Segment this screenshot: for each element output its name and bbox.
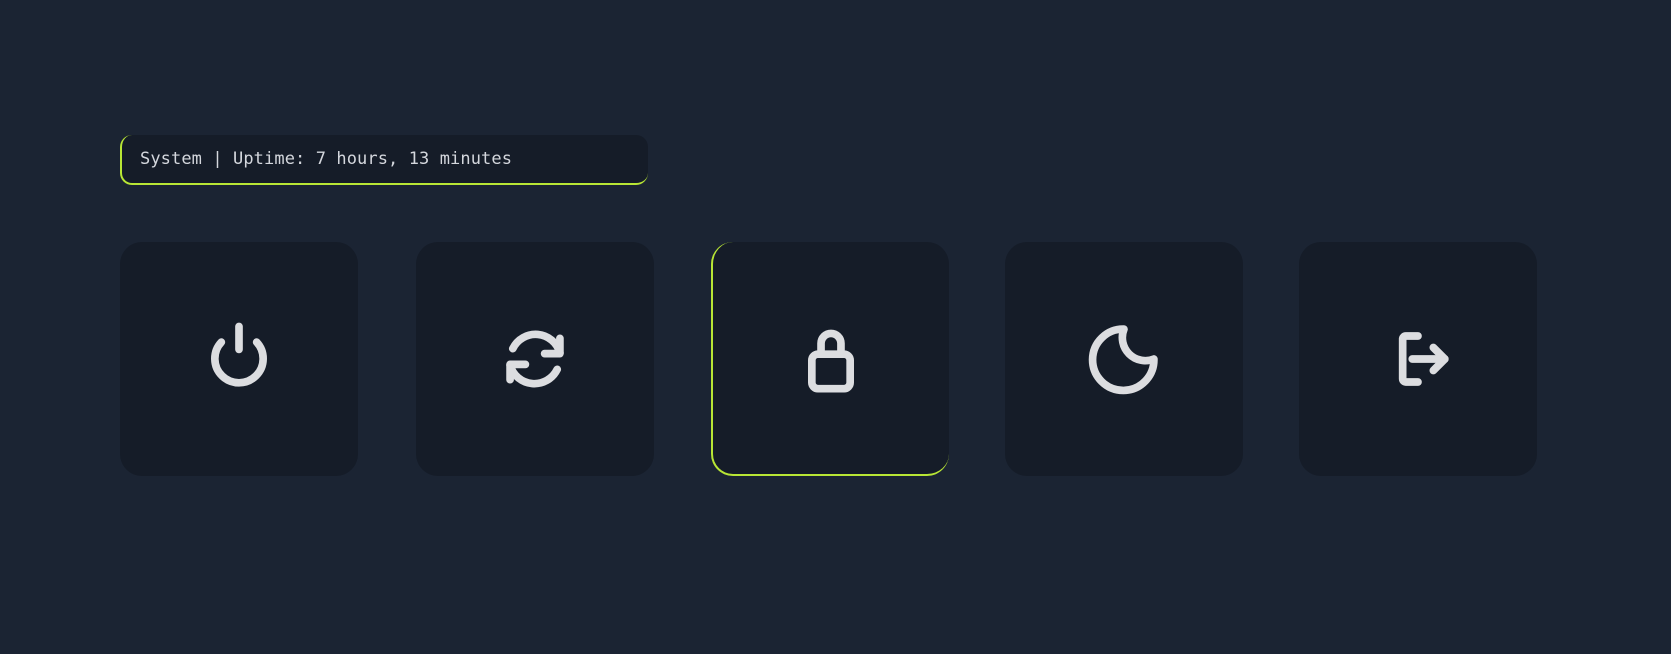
reboot-button[interactable] — [416, 242, 654, 476]
status-bar: System | Uptime: 7 hours, 13 minutes — [120, 135, 648, 185]
logout-button[interactable] — [1299, 242, 1537, 476]
refresh-icon — [506, 330, 564, 388]
uptime-text: System | Uptime: 7 hours, 13 minutes — [140, 149, 513, 169]
logout-icon — [1398, 332, 1449, 386]
moon-icon — [1088, 325, 1158, 395]
lock-icon — [808, 329, 854, 393]
suspend-button[interactable] — [1005, 242, 1243, 476]
power-icon — [211, 322, 267, 387]
power-button[interactable] — [120, 242, 358, 476]
lock-button[interactable] — [711, 242, 949, 476]
